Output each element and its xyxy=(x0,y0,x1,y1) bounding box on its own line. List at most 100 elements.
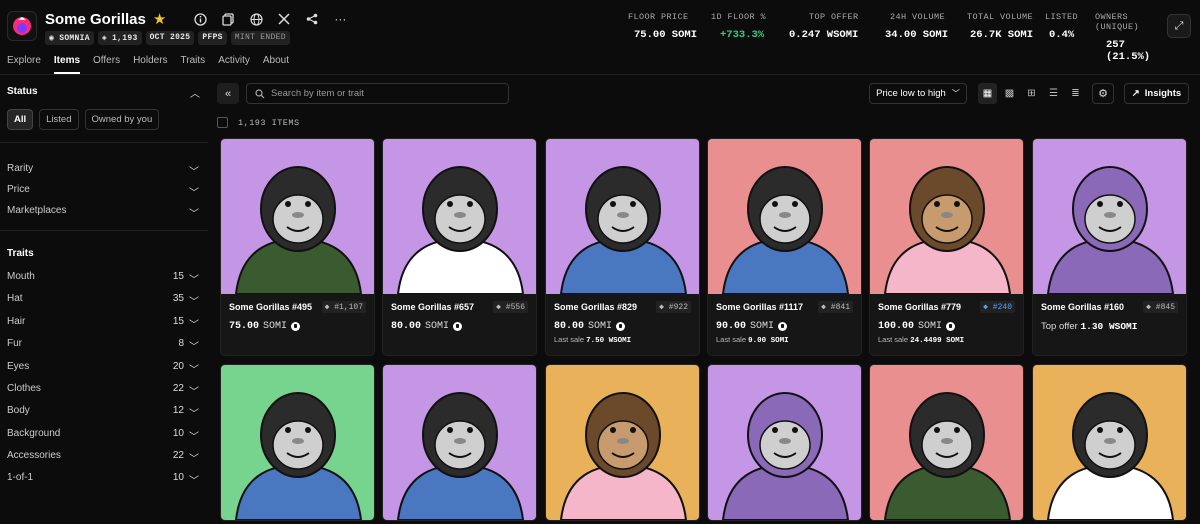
settings-gear-icon[interactable]: ⚙ xyxy=(1092,83,1114,104)
copy-icon[interactable] xyxy=(221,12,235,26)
share-icon[interactable] xyxy=(305,12,319,26)
chevron-down-icon: ﹀ xyxy=(189,209,199,220)
list-view-icon[interactable]: ☰ xyxy=(1044,83,1063,104)
nft-name: Some Gorillas #1117 xyxy=(716,302,804,312)
select-all-checkbox[interactable] xyxy=(217,117,228,128)
trait-filter-fur[interactable]: Fur 8 ﹀ xyxy=(7,338,199,353)
stat-listed: LISTED 0.4% xyxy=(1045,12,1079,41)
table-view-icon[interactable]: ≣ xyxy=(1066,83,1085,104)
nft-card[interactable] xyxy=(220,364,375,521)
collection-header: Some Gorillas ★ ··· ◉ SOMNIA ◈ 1,193 OCT… xyxy=(0,0,1200,63)
listing-price: 75.00 SOMI xyxy=(229,321,366,332)
nft-card[interactable]: Some Gorillas #829 ◆ #922 80.00 SOMI Last s… xyxy=(545,138,700,356)
trait-filter-accessories[interactable]: Accessories 22 ﹀ xyxy=(7,450,199,465)
nft-card[interactable]: Some Gorillas #160 ◆ #845 Top offer 1.30 … xyxy=(1032,138,1187,356)
tab-holders[interactable]: Holders xyxy=(133,55,167,74)
nft-card[interactable]: Some Gorillas #495 ◆ #1,107 75.00 SOMI xyxy=(220,138,375,356)
somi-coin-icon xyxy=(778,322,788,331)
website-globe-icon[interactable] xyxy=(249,12,263,26)
nft-card[interactable] xyxy=(869,364,1024,521)
nft-card[interactable] xyxy=(545,364,700,521)
rarity-rank-badge: ◆ #240 xyxy=(980,301,1015,313)
chevron-down-icon: ﹀ xyxy=(189,342,199,353)
tab-about[interactable]: About xyxy=(263,55,289,74)
nft-image xyxy=(708,139,861,294)
nft-card[interactable] xyxy=(382,364,537,521)
nft-name: Some Gorillas #829 xyxy=(554,302,638,312)
nft-card[interactable]: Some Gorillas #657 ◆ #556 80.00 SOMI xyxy=(382,138,537,356)
nft-card[interactable]: Some Gorillas #1117 ◆ #841 90.00 SOMI Last … xyxy=(707,138,862,356)
tab-traits[interactable]: Traits xyxy=(181,55,206,74)
grid-compact-view-icon[interactable]: ⊞ xyxy=(1022,83,1041,104)
status-all-button[interactable]: All xyxy=(7,109,34,130)
collapse-sidebar-button[interactable]: « xyxy=(217,83,239,104)
expand-icon[interactable]: ⤢ xyxy=(1167,14,1191,38)
trait-filter-body[interactable]: Body 12 ﹀ xyxy=(7,405,199,420)
trait-filter-mouth[interactable]: Mouth 15 ﹀ xyxy=(7,271,199,286)
rarity-rank-badge: ◆ #556 xyxy=(493,301,528,313)
item-count: 1,193 ITEMS xyxy=(238,117,300,128)
collection-tabs: Explore Items Offers Holders Traits Acti… xyxy=(7,55,302,74)
sidebar-divider xyxy=(0,230,208,231)
rarity-rank-badge: ◆ #841 xyxy=(818,301,853,313)
status-section-title[interactable]: Status xyxy=(7,86,38,97)
status-listed-button[interactable]: Listed xyxy=(39,109,79,130)
favorite-star-icon[interactable]: ★ xyxy=(153,10,166,28)
x-twitter-icon[interactable] xyxy=(277,12,291,26)
stat-owners: OWNERS (UNIQUE) 257 (21.5%) xyxy=(1095,12,1151,63)
chevron-down-icon: ﹀ xyxy=(189,476,199,487)
tab-activity[interactable]: Activity xyxy=(218,55,250,74)
nft-card[interactable] xyxy=(707,364,862,521)
more-options-icon[interactable]: ··· xyxy=(333,12,347,26)
traits-section-title: Traits xyxy=(7,248,34,259)
nft-image xyxy=(221,365,374,520)
grid-large-view-icon[interactable]: ▦ xyxy=(978,83,997,104)
tab-offers[interactable]: Offers xyxy=(93,55,120,74)
date-chip: OCT 2025 xyxy=(145,31,195,45)
chevron-down-icon: ﹀ xyxy=(189,320,199,331)
stat-top-offer: TOP OFFER 0.247 WSOMI xyxy=(789,12,859,41)
nft-image xyxy=(221,139,374,294)
search-input[interactable] xyxy=(271,88,491,99)
somi-coin-icon xyxy=(946,322,956,331)
chevron-down-icon: ﹀ xyxy=(189,297,199,308)
search-icon xyxy=(255,88,265,98)
collection-logo[interactable] xyxy=(7,11,37,41)
filter-rarity[interactable]: Rarity ﹀ xyxy=(7,163,199,178)
chevron-down-icon: ﹀ xyxy=(189,432,199,443)
supply-chip: ◈ 1,193 xyxy=(97,31,142,45)
status-owned-button[interactable]: Owned by you xyxy=(84,109,160,130)
nft-card[interactable]: Some Gorillas #779 ◆ #240 100.00 SOMI Last … xyxy=(869,138,1024,356)
trait-filter-clothes[interactable]: Clothes 22 ﹀ xyxy=(7,383,199,398)
nft-image xyxy=(383,365,536,520)
filter-marketplaces[interactable]: Marketplaces ﹀ xyxy=(7,205,199,220)
last-sale: Last sale 7.50 WSOMI xyxy=(554,335,632,345)
collection-stats: FLOOR PRICE 75.00 SOMI 1D FLOOR % +733.3% … xyxy=(628,12,1173,63)
tab-items[interactable]: Items xyxy=(53,55,81,74)
nft-name: Some Gorillas #160 xyxy=(1041,302,1125,312)
tab-explore[interactable]: Explore xyxy=(7,55,41,74)
chevron-down-icon: ﹀ xyxy=(951,89,960,98)
trait-filter-hair[interactable]: Hair 15 ﹀ xyxy=(7,316,199,331)
info-icon[interactable] xyxy=(193,12,207,26)
grid-medium-view-icon[interactable]: ▩ xyxy=(1000,83,1019,104)
top-offer: Top offer 1.30 WSOMI xyxy=(1041,321,1138,332)
rarity-rank-badge: ◆ #845 xyxy=(1143,301,1178,313)
sidebar-divider xyxy=(0,142,208,143)
trait-filter-1-of-1[interactable]: 1-of-1 10 ﹀ xyxy=(7,472,199,487)
chevron-up-icon[interactable]: ︿ xyxy=(190,85,200,100)
chevron-down-icon: ﹀ xyxy=(189,275,199,286)
chevron-down-icon: ﹀ xyxy=(189,365,199,376)
nft-card[interactable] xyxy=(1032,364,1187,521)
filter-price[interactable]: Price ﹀ xyxy=(7,184,199,199)
trait-filter-eyes[interactable]: Eyes 20 ﹀ xyxy=(7,361,199,376)
trait-filter-hat[interactable]: Hat 35 ﹀ xyxy=(7,293,199,308)
insights-button[interactable]: ↗ Insights xyxy=(1124,83,1189,104)
sort-dropdown[interactable]: Price low to high ﹀ xyxy=(869,83,967,104)
nav-divider xyxy=(0,74,1200,75)
nft-image xyxy=(708,365,861,520)
nft-image xyxy=(546,365,699,520)
trait-filter-background[interactable]: Background 10 ﹀ xyxy=(7,428,199,443)
mint-status-chip: MINT ENDED xyxy=(230,31,290,45)
nft-image xyxy=(383,139,536,294)
